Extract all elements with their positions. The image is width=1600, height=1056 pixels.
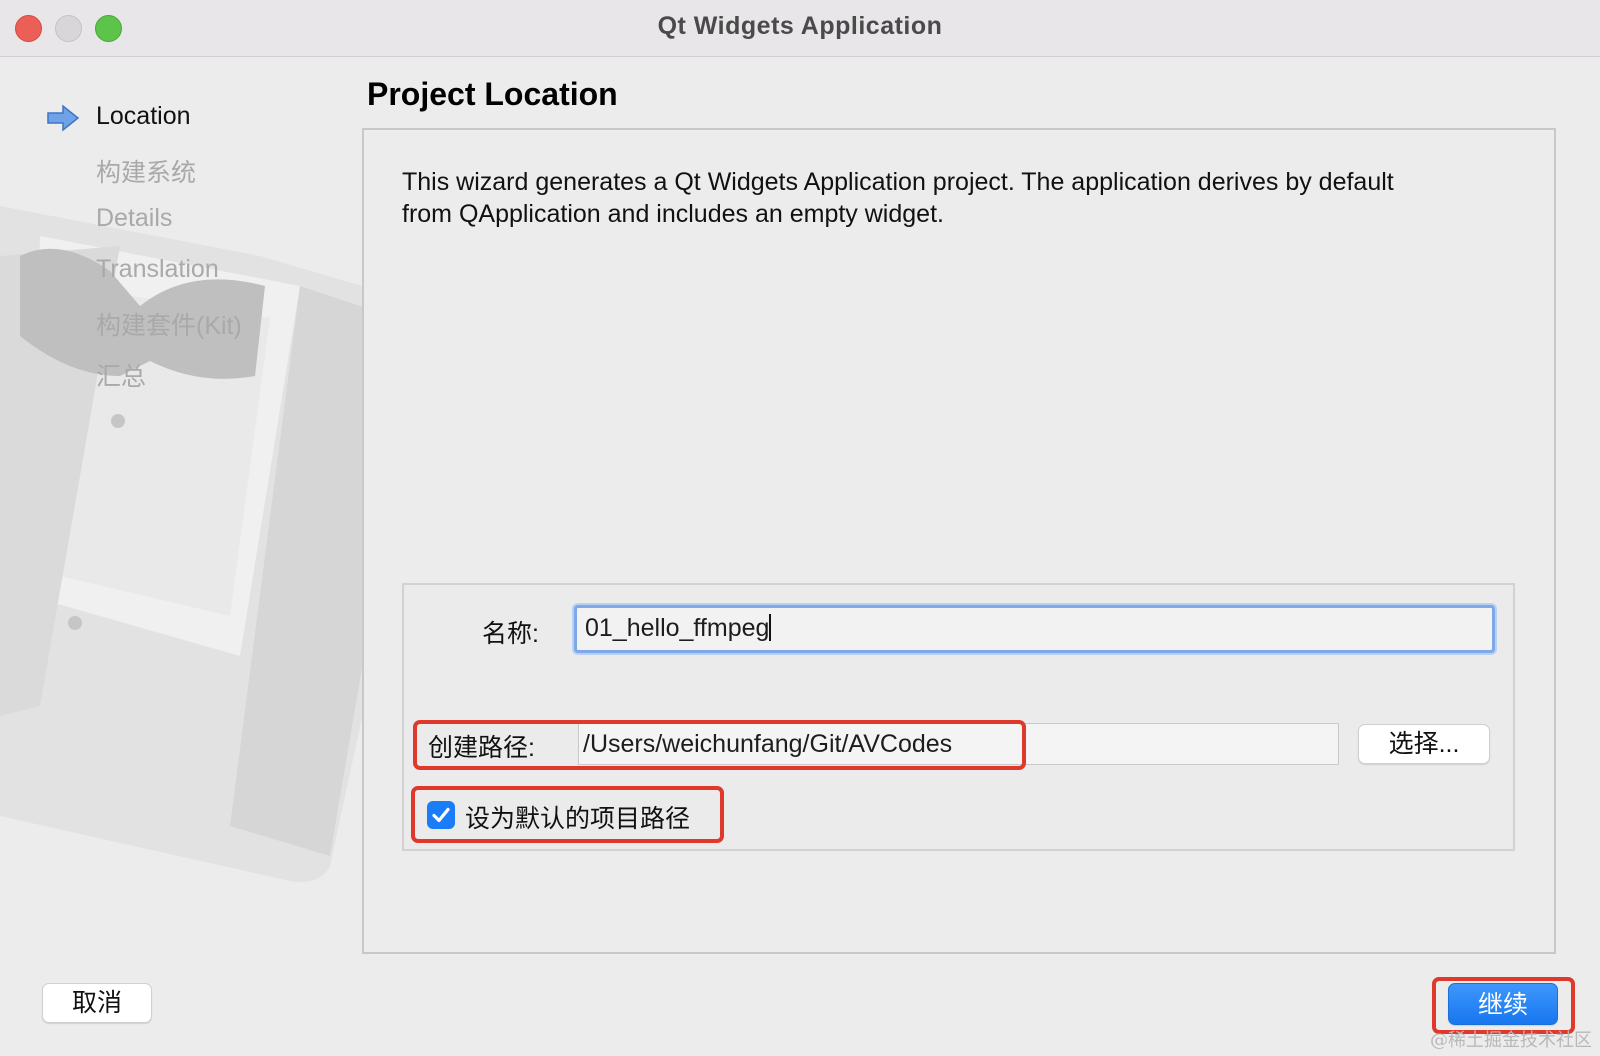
continue-button[interactable]: 继续 <box>1448 983 1558 1025</box>
step-summary: 汇总 <box>96 363 147 391</box>
browse-button[interactable]: 选择... <box>1358 724 1490 764</box>
cancel-button[interactable]: 取消 <box>42 983 152 1023</box>
page-title: Project Location <box>367 76 618 112</box>
step-build-system: 构建系统 <box>96 159 197 187</box>
window-title: Qt Widgets Application <box>657 12 943 40</box>
page-description: This wizard generates a Qt Widgets Appli… <box>402 166 1502 230</box>
name-label: 名称: <box>482 620 539 648</box>
wizard-window: Qt Widgets Application Location 构建系统 Det… <box>0 0 1600 1056</box>
step-location: Location <box>96 102 191 130</box>
default-path-checkbox-label[interactable]: 设为默认的项目路径 <box>465 799 690 835</box>
text-caret <box>769 614 772 641</box>
arrow-right-icon <box>47 104 80 132</box>
project-path-input[interactable]: /Users/weichunfang/Git/AVCodes <box>578 723 1339 765</box>
step-kit: 构建套件(Kit) <box>96 312 242 340</box>
project-name-input[interactable]: 01_hello_ffmpeg <box>574 605 1495 653</box>
checkmark-icon <box>432 807 450 823</box>
step-details: Details <box>96 204 173 232</box>
default-path-checkbox[interactable] <box>427 801 455 829</box>
path-label: 创建路径: <box>428 734 535 762</box>
step-translation: Translation <box>96 255 219 283</box>
title-bar: Qt Widgets Application <box>0 0 1600 57</box>
description-line: This wizard generates a Qt Widgets Appli… <box>402 168 1394 196</box>
watermark-text: @稀土掘金技术社区 <box>1430 1030 1592 1051</box>
project-name-value: 01_hello_ffmpeg <box>585 614 770 642</box>
description-line: from QApplication and includes an empty … <box>402 200 944 228</box>
